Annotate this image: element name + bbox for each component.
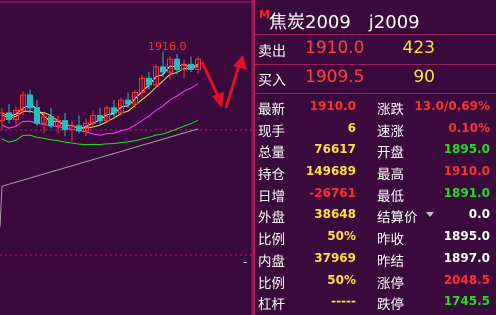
arrow-up-head	[233, 55, 247, 70]
chart-grid	[0, 0, 253, 315]
stat-label: 速涨	[377, 123, 404, 140]
stats-row: 最新 1910.0 涨跌 13.0/0.69%	[255, 96, 496, 118]
stat-label: 总量	[258, 145, 285, 162]
stat-value: 0.10%	[448, 120, 490, 135]
candle-body	[125, 99, 131, 105]
stat-value: 38648	[314, 207, 356, 222]
candle-body	[62, 120, 68, 131]
stat-label: 现手	[258, 123, 285, 140]
stats-row: 现手 6 速涨 0.10%	[255, 118, 496, 140]
ask-label: 卖出	[258, 44, 286, 60]
stats-row: 杠杆 ----- 跌停 1745.5	[255, 291, 496, 313]
quote-panel: M 焦炭2009 j2009 卖出 1910.0 423 买入 1909.5 9…	[253, 0, 496, 315]
candle-body	[27, 94, 33, 109]
stats-row: 日增 -26761 最低 1891.0	[255, 183, 496, 205]
stats-row: 总量 76617 开盘 1895.0	[255, 139, 496, 161]
dash-mark: -	[243, 255, 248, 269]
candle-body	[76, 125, 82, 132]
stat-value: -----	[331, 294, 356, 309]
stat-label: 外盘	[258, 210, 285, 227]
ma-line-5	[0, 128, 199, 228]
stats-row: 持仓 149689 最高 1910.0	[255, 161, 496, 183]
stat-label: 比例	[258, 232, 285, 249]
stat-value: 1895.0	[443, 229, 490, 244]
moving-average-lines	[0, 63, 199, 228]
stat-label: 杠杆	[258, 297, 285, 314]
contract-title[interactable]: 焦炭2009 j2009	[269, 8, 420, 34]
stat-value: 1895.0	[443, 142, 490, 157]
candle-body	[6, 112, 12, 120]
stat-value: 149689	[305, 164, 356, 179]
dropdown-arrow-icon[interactable]	[426, 212, 434, 218]
candle-body	[97, 115, 103, 122]
stat-label: 最新	[258, 102, 285, 118]
stat-value: -26761	[309, 185, 356, 200]
stat-value: 0.0	[468, 207, 490, 222]
arrow-down-head	[212, 92, 224, 108]
quote-stats-table: 最新 1910.0 涨跌 13.0/0.69% 现手 6 速涨 0.10% 总量 76617 开盘 1…	[255, 96, 496, 313]
divider	[255, 64, 496, 65]
candle-body	[111, 107, 117, 114]
kline-chart[interactable]: 1916.0	[0, 0, 253, 315]
stat-value: 13.0/0.69%	[414, 99, 490, 113]
ask-row[interactable]: 卖出 1910.0 423	[255, 37, 496, 63]
high-price-label: 1916.0	[148, 40, 187, 53]
stat-value: 76617	[314, 142, 356, 157]
stat-label: 比例	[258, 275, 285, 292]
stat-label: 跌停	[377, 297, 404, 314]
candle-body	[174, 58, 180, 70]
stat-label: 涨跌	[377, 102, 404, 118]
candle-body	[146, 77, 152, 86]
candle-body	[188, 63, 194, 70]
stat-value: 50%	[327, 272, 356, 287]
stats-row: 外盘 38648 结算价 0.0	[255, 204, 496, 226]
stat-label[interactable]: 结算价	[377, 206, 418, 226]
trend-arrows	[200, 55, 247, 109]
candle-body	[48, 116, 54, 127]
candle-body	[160, 66, 166, 73]
stat-label: 日增	[258, 188, 285, 205]
stat-label: 内盘	[258, 253, 285, 270]
stat-label: 涨停	[377, 275, 404, 292]
stat-label: 最低	[377, 188, 404, 205]
bid-row[interactable]: 买入 1909.5 90	[255, 66, 496, 92]
candle-body	[34, 107, 40, 124]
divider	[255, 34, 496, 35]
stat-value: 2048.5	[443, 272, 490, 287]
stat-value: 1910.0	[309, 99, 356, 113]
stat-value: 6	[347, 120, 356, 135]
stat-label: 最高	[377, 167, 404, 184]
kline-chart-svg: 1916.0	[0, 0, 253, 315]
stat-value: 1897.0	[443, 250, 490, 265]
bid-volume: 90	[413, 67, 435, 87]
ask-volume: 423	[402, 38, 435, 58]
stat-label: 昨结	[377, 253, 404, 270]
divider	[255, 93, 496, 94]
candlesticks	[0, 51, 201, 142]
stat-value: 50%	[327, 229, 356, 244]
stat-value: 1910.0	[443, 164, 490, 179]
stats-row: 内盘 37969 昨结 1897.0	[255, 248, 496, 270]
stat-label: 开盘	[377, 145, 404, 162]
stats-row: 比例 50% 昨收 1895.0	[255, 226, 496, 248]
bid-label: 买入	[258, 73, 286, 89]
stat-value: 1891.0	[443, 185, 490, 200]
stat-label: 持仓	[258, 167, 285, 184]
stat-value: 1745.5	[443, 294, 490, 309]
stat-value: 37969	[314, 250, 356, 265]
stat-label: 昨收	[377, 232, 404, 249]
arrow-up-line	[224, 61, 242, 109]
contract-title-row: M 焦炭2009 j2009	[255, 6, 496, 34]
stats-row: 比例 50% 涨停 2048.5	[255, 270, 496, 292]
